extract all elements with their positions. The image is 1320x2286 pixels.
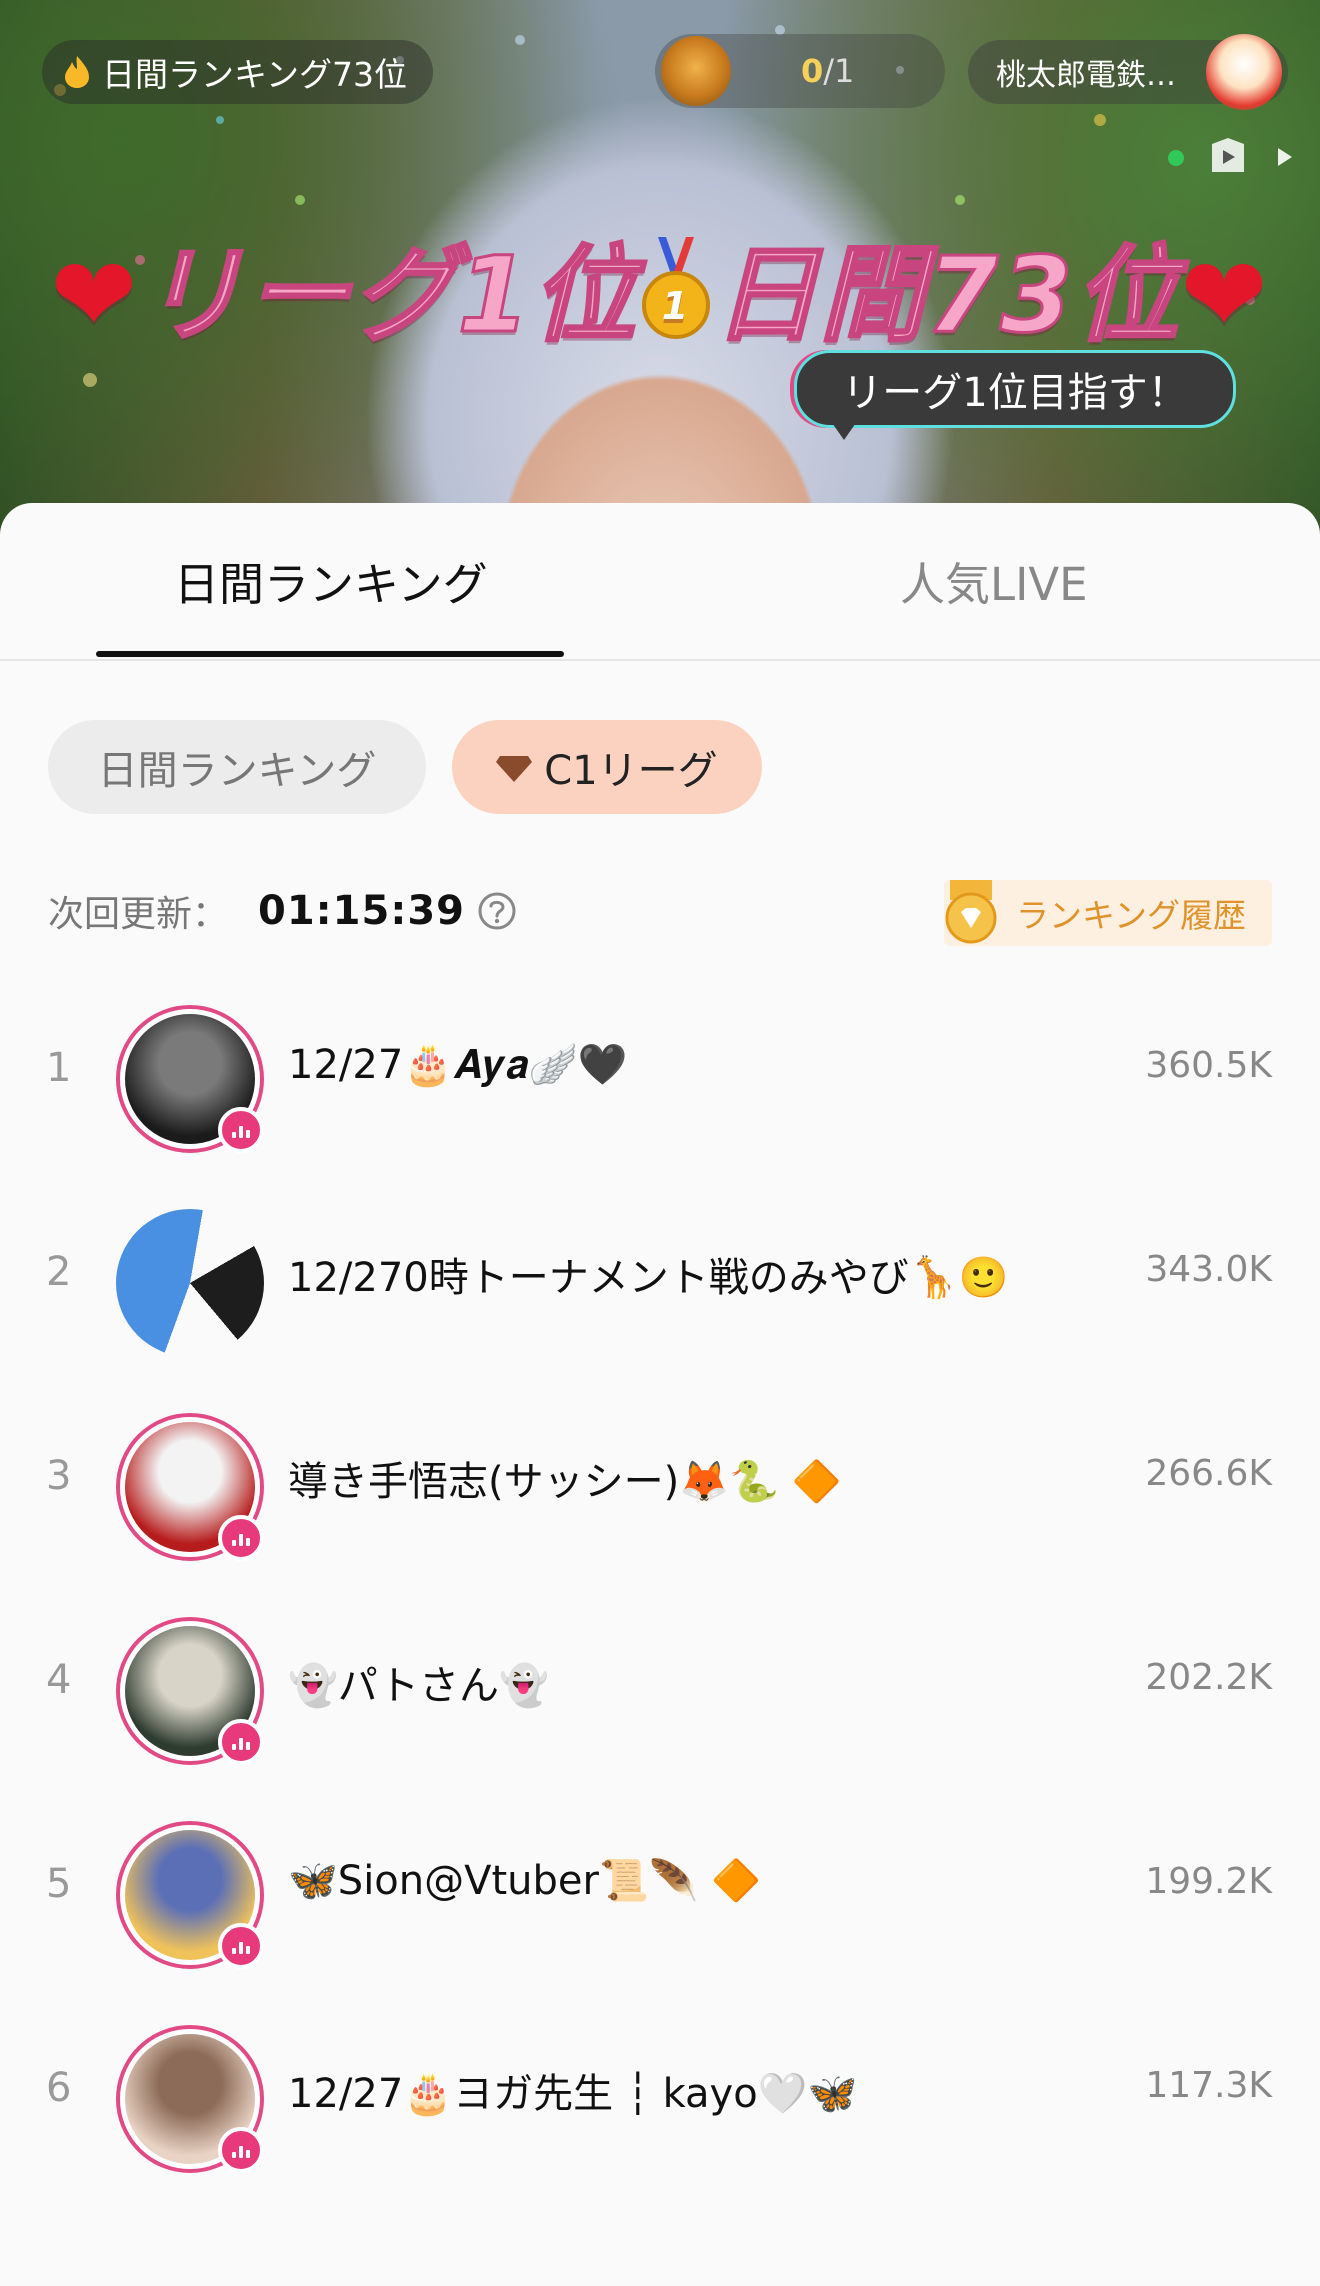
stream-banner: ❤リーグ1位 1 日間73位❤	[0, 210, 1320, 361]
live-indicator-dot	[1168, 150, 1184, 166]
game-title: 桃太郎電鉄…	[996, 58, 1176, 93]
ranking-row[interactable]: 6 12/27🎂ヨガ先生 ┆ kayo🤍🦋 117.3K	[0, 1993, 1320, 2197]
ranking-filter-chips: 日間ランキング C1リーグ	[48, 720, 762, 814]
streamer-avatar[interactable]	[116, 2025, 264, 2173]
bronze-gem-icon	[496, 756, 533, 782]
live-badge-icon	[218, 2127, 264, 2173]
streamer-score: 202.2K	[1145, 1657, 1272, 1698]
streamer-name: 12/27🎂𝑨𝒚𝒂🪽🖤	[288, 1042, 628, 1088]
avatar-image	[116, 1209, 264, 1357]
streamer-score: 199.2K	[1145, 1861, 1272, 1902]
tab-daily-ranking[interactable]: 日間ランキング	[174, 548, 488, 613]
daily-rank-text: 日間ランキング73位	[102, 55, 408, 94]
rank-number: 1	[46, 1045, 72, 1091]
flame-icon	[65, 56, 89, 88]
game-character-icon	[1206, 34, 1282, 110]
streamer-avatar[interactable]	[116, 1617, 264, 1765]
chip-c1-label: C1リーグ	[544, 748, 718, 794]
streamer-score: 343.0K	[1145, 1249, 1272, 1290]
rank-number: 5	[46, 1861, 72, 1907]
streamer-name: 12/27🎂ヨガ先生 ┆ kayo🤍🦋	[288, 2071, 858, 2117]
streamer-avatar[interactable]	[116, 1005, 264, 1153]
tab-bar: 日間ランキング 人気LIVE	[0, 503, 1320, 661]
live-badge-icon	[218, 1515, 264, 1561]
avatar-ring	[116, 1209, 264, 1357]
trophy-badge-icon	[945, 880, 997, 944]
banner-left-text: リーグ1位	[138, 233, 638, 358]
streamer-name: 導き手悟志(サッシー)🦊🐍 🔶	[288, 1459, 842, 1505]
ranking-sheet: 日間ランキング 人気LIVE 日間ランキング C1リーグ 次回更新： 01:15…	[0, 503, 1320, 2286]
heart-icon: ❤	[1180, 234, 1270, 356]
streamer-avatar[interactable]	[116, 1413, 264, 1561]
ranking-row[interactable]: 4 👻パトさん👻 202.2K	[0, 1585, 1320, 1789]
help-icon[interactable]	[477, 891, 517, 931]
chip-daily-ranking[interactable]: 日間ランキング	[48, 720, 426, 814]
next-update-countdown: 01:15:39	[258, 888, 465, 934]
daily-rank-pill[interactable]: 日間ランキング73位	[42, 40, 434, 104]
ranking-row[interactable]: 3 導き手悟志(サッシー)🦊🐍 🔶 266.6K	[0, 1381, 1320, 1585]
heart-icon: ❤	[50, 234, 140, 356]
svg-text:1: 1	[662, 284, 690, 328]
streamer-name: 12/270時トーナメント戦のみやび🦒🙂	[288, 1255, 1009, 1301]
ranking-row[interactable]: 1 12/27🎂𝑨𝒚𝒂🪽🖤 360.5K	[0, 973, 1320, 1177]
gift-goal-pill[interactable]: 0/1	[655, 34, 945, 108]
live-badge-icon	[218, 1107, 264, 1153]
streamer-score: 360.5K	[1145, 1045, 1272, 1086]
tab-popular-live[interactable]: 人気LIVE	[900, 548, 1088, 613]
streamer-name: 👻パトさん👻	[288, 1663, 549, 1709]
streamer-score: 117.3K	[1145, 2065, 1272, 2106]
next-update-label: 次回更新：	[48, 894, 229, 935]
ranking-history-button[interactable]: ランキング履歴	[944, 880, 1272, 946]
live-badge-icon	[218, 1719, 264, 1765]
live-stream-preview[interactable]: 日間ランキング73位 0/1 桃太郎電鉄… ❤リーグ1位 1 日間73位❤ リー…	[0, 0, 1320, 540]
ranking-row[interactable]: 2 12/270時トーナメント戦のみやび🦒🙂 343.0K	[0, 1177, 1320, 1381]
ranking-list: 1 12/27🎂𝑨𝒚𝒂🪽🖤 360.5K 2 12/270時トーナメント戦のみや…	[0, 973, 1320, 2197]
chip-c1-league[interactable]: C1リーグ	[452, 720, 762, 814]
ranking-history-label: ランキング履歴	[1016, 896, 1247, 935]
active-tab-indicator	[96, 651, 564, 657]
speech-bubble: リーグ1位目指す！	[794, 350, 1236, 428]
game-pill[interactable]: 桃太郎電鉄…	[968, 34, 1288, 110]
chevron-right-icon[interactable]	[1276, 146, 1294, 168]
ranking-row[interactable]: 5 🦋Sion@Vtuber📜🪶 🔶 199.2K	[0, 1789, 1320, 1993]
rank-number: 3	[46, 1453, 72, 1499]
gold-medal-icon: 1	[641, 237, 710, 339]
speech-bubble-tail	[830, 420, 858, 440]
next-update-row: 次回更新： 01:15:39	[48, 885, 517, 937]
streamer-avatar[interactable]	[116, 1821, 264, 1969]
rank-number: 4	[46, 1657, 72, 1703]
streamer-avatar[interactable]	[116, 1209, 264, 1357]
gift-goal-count: 0/1	[801, 52, 855, 90]
lion-gift-icon	[661, 36, 731, 106]
streamer-score: 266.6K	[1145, 1453, 1272, 1494]
live-badge-icon	[218, 1923, 264, 1969]
rank-number: 2	[46, 1249, 72, 1295]
banner-right-text: 日間73位	[712, 233, 1181, 358]
rank-number: 6	[46, 2065, 72, 2111]
streamer-name: 🦋Sion@Vtuber📜🪶 🔶	[288, 1858, 762, 1904]
play-icon[interactable]	[1208, 136, 1248, 176]
